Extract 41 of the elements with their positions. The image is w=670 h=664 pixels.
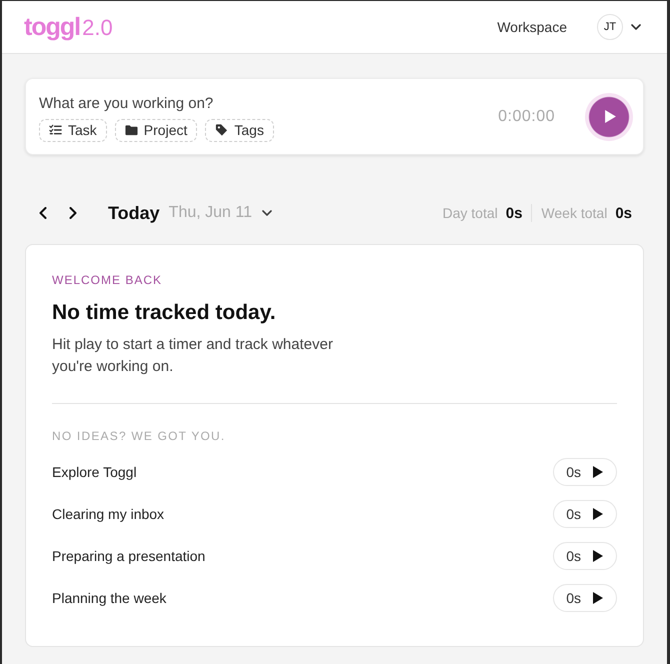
eyebrow-label: WELCOME BACK — [52, 273, 164, 287]
empty-state-text: Hit play to start a timer and track whatever you're working on. — [52, 335, 334, 377]
chevron-right-icon — [69, 207, 77, 219]
next-day-button[interactable] — [67, 206, 79, 220]
task-chip[interactable]: Task — [39, 118, 107, 142]
suggestions-heading: NO IDEAS? WE GOT YOU. — [52, 429, 226, 443]
play-icon — [593, 508, 603, 520]
total-value: 0s — [615, 204, 632, 222]
empty-state-heading: No time tracked today. — [52, 301, 277, 325]
total-value: 0s — [506, 204, 522, 222]
avatar-initials[interactable]: JT — [597, 14, 623, 40]
chevron-left-icon — [39, 207, 47, 219]
day-title: Today — [108, 202, 160, 224]
total-label: Day total — [442, 205, 498, 221]
version-label: 2.0 — [82, 16, 113, 38]
chevron-down-icon[interactable] — [631, 24, 641, 30]
elapsed-time: 0:00:00 — [498, 108, 555, 126]
play-icon — [593, 466, 603, 478]
play-icon — [593, 592, 603, 604]
suggestion-label: Preparing a presentation — [52, 548, 206, 564]
tags-chip[interactable]: Tags — [205, 118, 274, 142]
total-label: Week total — [541, 205, 608, 221]
chevron-down-icon — [262, 210, 272, 216]
logo-wordmark: toggl — [24, 14, 80, 40]
suggestion-label: Explore Toggl — [52, 464, 137, 480]
start-suggestion-button[interactable]: 0s — [553, 500, 617, 528]
tag-icon — [215, 124, 228, 136]
start-timer-button[interactable] — [585, 92, 633, 140]
folder-icon — [124, 124, 138, 136]
start-suggestion-button[interactable]: 0s — [553, 458, 617, 486]
previous-day-button[interactable] — [37, 206, 49, 220]
suggestion-label: Clearing my inbox — [52, 506, 164, 522]
start-suggestion-button[interactable]: 0s — [553, 542, 617, 570]
play-icon — [605, 110, 616, 123]
start-suggestion-button[interactable]: 0s — [553, 584, 617, 612]
suggestion-label: Planning the week — [52, 590, 166, 606]
checklist-icon — [49, 124, 62, 136]
workspace-button[interactable]: Workspace — [497, 19, 567, 35]
description-field[interactable]: What are you working on? — [39, 94, 299, 114]
play-icon — [593, 550, 603, 562]
project-chip[interactable]: Project — [114, 118, 198, 142]
